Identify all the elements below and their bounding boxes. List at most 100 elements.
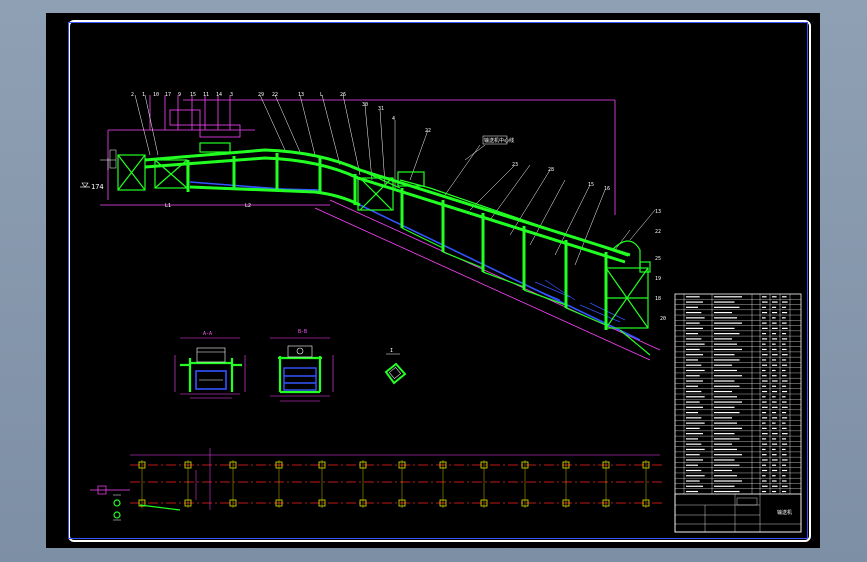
parts-cell-mark [772, 369, 776, 372]
parts-cell-mark [782, 448, 786, 451]
parts-cell-mark [772, 348, 777, 351]
parts-cell-mark [686, 485, 703, 487]
svg-text:16: 16 [604, 186, 610, 192]
parts-cell-mark [762, 354, 768, 356]
parts-cell-mark [782, 417, 788, 419]
parts-cell-mark [686, 427, 700, 429]
parts-cell-mark [782, 348, 787, 351]
parts-cell-mark [686, 438, 698, 440]
svg-text:2: 2 [131, 92, 134, 98]
parts-cell-mark [782, 354, 788, 356]
parts-cell-mark [714, 448, 737, 451]
parts-cell-mark [772, 438, 777, 440]
parts-cell-mark [772, 480, 777, 482]
cad-drawing[interactable]: 2 1 10 17 9 15 11 14 3 29 22 13 L 26 30 31 4 22 2… [0, 0, 867, 562]
parts-cell-mark [772, 306, 777, 308]
parts-cell-mark [772, 390, 778, 393]
parts-cell-mark [772, 327, 778, 329]
parts-cell-mark [762, 443, 768, 445]
parts-cell-mark [714, 433, 735, 435]
parts-cell-mark [686, 296, 700, 298]
svg-text:22: 22 [655, 229, 661, 235]
parts-cell-mark [782, 459, 788, 461]
parts-cell-mark [762, 480, 767, 482]
section-a-label: A-A [203, 331, 212, 337]
parts-cell-mark [772, 411, 777, 414]
parts-cell-mark [714, 417, 732, 419]
parts-cell-mark [714, 385, 740, 387]
parts-cell-mark [686, 359, 698, 361]
parts-cell-mark [782, 380, 788, 382]
parts-cell-mark [782, 469, 788, 472]
parts-cell-mark [714, 459, 735, 461]
parts-cell-mark [714, 480, 742, 482]
parts-cell-mark [782, 375, 787, 377]
parts-cell-mark [762, 369, 766, 372]
svg-text:10: 10 [153, 92, 159, 98]
parts-cell-mark [714, 306, 740, 308]
parts-cell-mark [762, 406, 768, 408]
parts-cell-mark [686, 401, 700, 403]
parts-cell-mark [782, 411, 787, 414]
parts-cell-mark [714, 490, 740, 493]
parts-cell-mark [762, 427, 767, 429]
parts-cell-mark [772, 417, 778, 419]
parts-cell-mark [772, 375, 777, 377]
parts-cell-mark [686, 322, 700, 324]
parts-cell-mark [772, 427, 777, 429]
parts-cell-mark [762, 317, 766, 319]
parts-cell-mark [686, 490, 698, 493]
parts-cell-mark [782, 338, 788, 340]
svg-text:20: 20 [660, 316, 666, 322]
parts-cell-mark [714, 317, 737, 319]
centerline-callout: 输送机中心线 [464, 135, 514, 161]
svg-text:17: 17 [165, 92, 171, 98]
parts-cell-mark [782, 427, 787, 429]
parts-cell-mark [714, 469, 732, 472]
svg-text:4: 4 [392, 116, 395, 122]
detail-label: I [390, 348, 393, 354]
parts-cell-mark [772, 296, 777, 298]
parts-cell-mark [686, 369, 705, 372]
parts-cell-mark [782, 480, 787, 482]
conveyor-elevation: 2 1 10 17 9 15 11 14 3 29 22 13 L 26 30 31 4 22 2… [80, 92, 666, 361]
parts-cell-mark [686, 327, 703, 329]
parts-cell-mark [714, 359, 740, 361]
parts-cell-mark [686, 469, 702, 472]
parts-cell-mark [782, 438, 787, 440]
parts-cell-mark [782, 343, 786, 345]
parts-cell-mark [772, 469, 778, 472]
parts-cell-mark [762, 385, 767, 387]
parts-cell-mark [686, 311, 702, 314]
parts-cell-mark [782, 396, 786, 398]
parts-cell-mark [782, 422, 786, 424]
svg-text:31: 31 [378, 106, 384, 112]
parts-cell-mark [686, 301, 703, 303]
parts-cell-mark [782, 485, 788, 487]
parts-cell-mark [714, 375, 742, 377]
parts-cell-mark [714, 348, 742, 351]
parts-cell-mark [782, 333, 787, 335]
parts-cell-mark [686, 364, 702, 366]
parts-cell-mark [762, 464, 767, 466]
parts-list-table [674, 293, 802, 533]
parts-cell-mark [762, 459, 768, 461]
svg-text:19: 19 [655, 276, 661, 282]
parts-cell-mark [772, 301, 778, 303]
svg-text:13: 13 [655, 209, 661, 215]
parts-cell-mark [714, 427, 742, 429]
parts-cell-mark [762, 327, 768, 329]
parts-cell-mark [686, 480, 700, 482]
svg-text:L: L [320, 92, 323, 98]
parts-cell-mark [762, 475, 766, 477]
parts-cell-mark [714, 411, 740, 414]
parts-cell-mark [714, 438, 740, 440]
parts-cell-mark [686, 406, 703, 408]
parts-cell-mark [686, 417, 702, 419]
foundation-plan [90, 448, 665, 521]
parts-cell-mark [782, 306, 787, 308]
parts-cell-mark [714, 406, 735, 408]
parts-cell-mark [782, 490, 787, 493]
parts-cell-mark [686, 448, 705, 451]
parts-cell-mark [772, 311, 778, 314]
